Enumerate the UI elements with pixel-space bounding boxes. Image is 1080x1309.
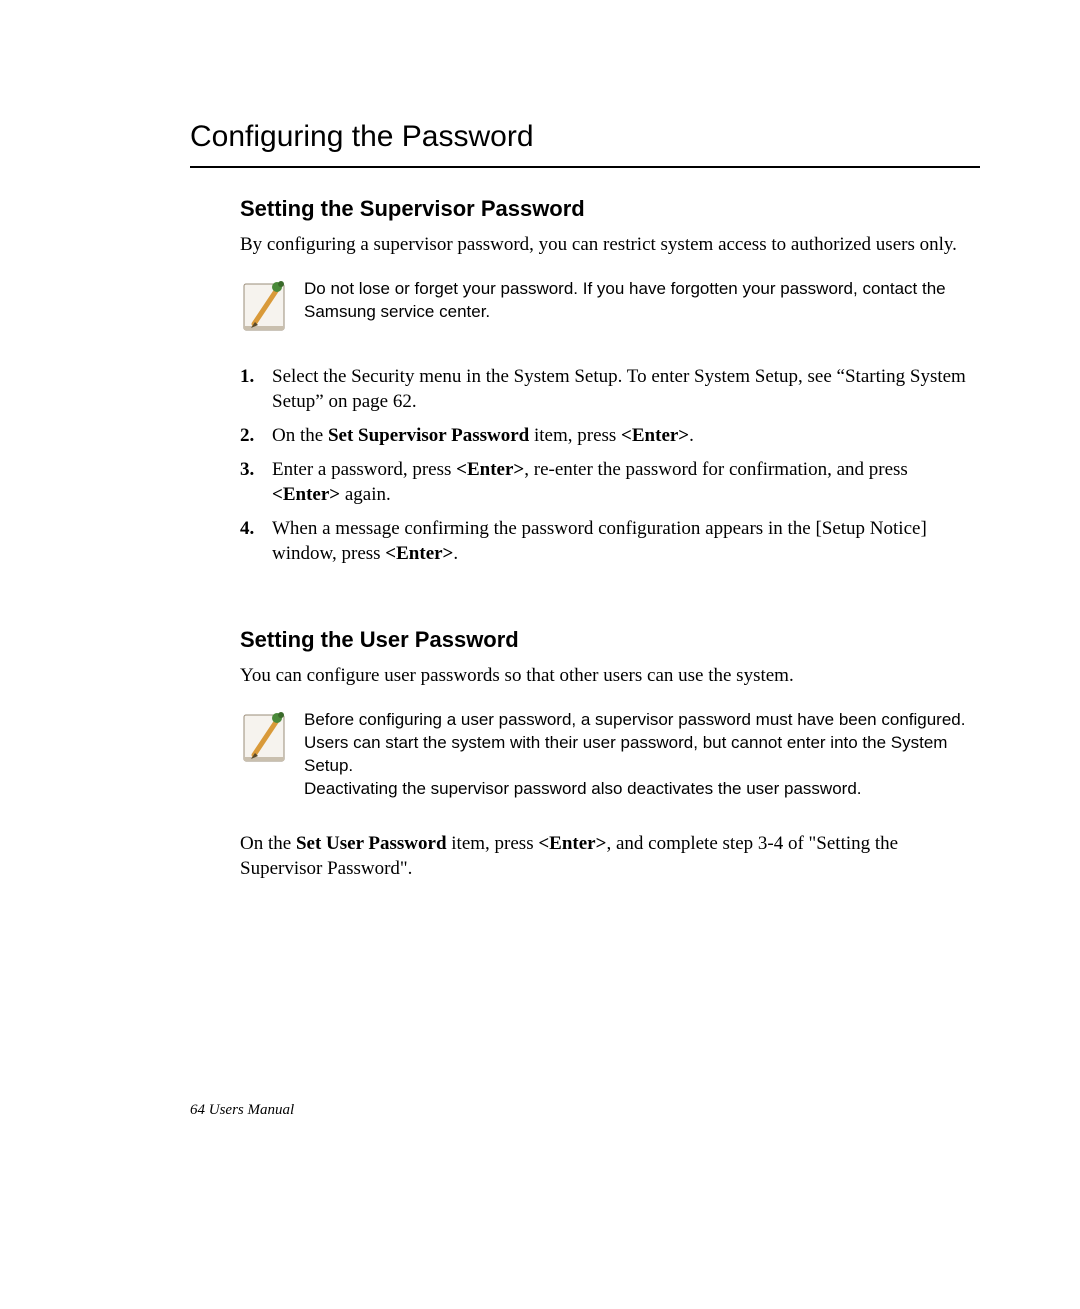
section-intro: You can configure user passwords so that… — [240, 663, 980, 689]
t-bold: <Enter> — [621, 425, 689, 446]
t: item, press — [447, 833, 539, 854]
note-text: Before configuring a user password, a su… — [304, 709, 980, 801]
t: When a message confirming the password c… — [272, 518, 927, 565]
section-heading: Setting the Supervisor Password — [240, 196, 980, 222]
step-item: On the Set Supervisor Password item, pre… — [240, 423, 980, 449]
note-block: Do not lose or forget your password. If … — [240, 278, 980, 334]
page-title: Configuring the Password — [190, 120, 980, 160]
section-user-password: Setting the User Password You can config… — [240, 627, 980, 882]
step-text: Select the Security menu in the System S… — [272, 366, 966, 413]
t-bold: Set Supervisor Password — [328, 425, 529, 446]
t-bold: <Enter> — [538, 833, 606, 854]
section-supervisor-password: Setting the Supervisor Password By confi… — [240, 196, 980, 567]
t: . — [689, 425, 694, 446]
t: again. — [340, 484, 391, 505]
note-block: Before configuring a user password, a su… — [240, 709, 980, 801]
section-intro: By configuring a supervisor password, yo… — [240, 232, 980, 258]
t: On the — [272, 425, 328, 446]
note-icon — [240, 709, 288, 765]
t-bold: Set User Password — [296, 833, 447, 854]
note-line: Deactivating the supervisor password als… — [304, 779, 862, 798]
t: item, press — [529, 425, 621, 446]
title-rule — [190, 166, 980, 168]
note-text: Do not lose or forget your password. If … — [304, 278, 980, 324]
t: On the — [240, 833, 296, 854]
step-item: Select the Security menu in the System S… — [240, 364, 980, 415]
t: , re-enter the password for confirmation… — [524, 459, 908, 480]
t-bold: <Enter> — [385, 543, 453, 564]
page-footer: 64 Users Manual — [190, 1102, 294, 1119]
section-heading: Setting the User Password — [240, 627, 980, 653]
step-item: When a message confirming the password c… — [240, 516, 980, 567]
step-item: Enter a password, press <Enter>, re-ente… — [240, 457, 980, 508]
note-line: Users can start the system with their us… — [304, 733, 947, 775]
document-page: Configuring the Password Setting the Sup… — [0, 0, 1080, 1309]
t-bold: <Enter> — [456, 459, 524, 480]
final-paragraph: On the Set User Password item, press <En… — [240, 831, 980, 882]
t-bold: <Enter> — [272, 484, 340, 505]
steps-list: Select the Security menu in the System S… — [240, 364, 980, 567]
t: Enter a password, press — [272, 459, 456, 480]
t: . — [453, 543, 458, 564]
note-icon — [240, 278, 288, 334]
note-line: Before configuring a user password, a su… — [304, 710, 965, 729]
